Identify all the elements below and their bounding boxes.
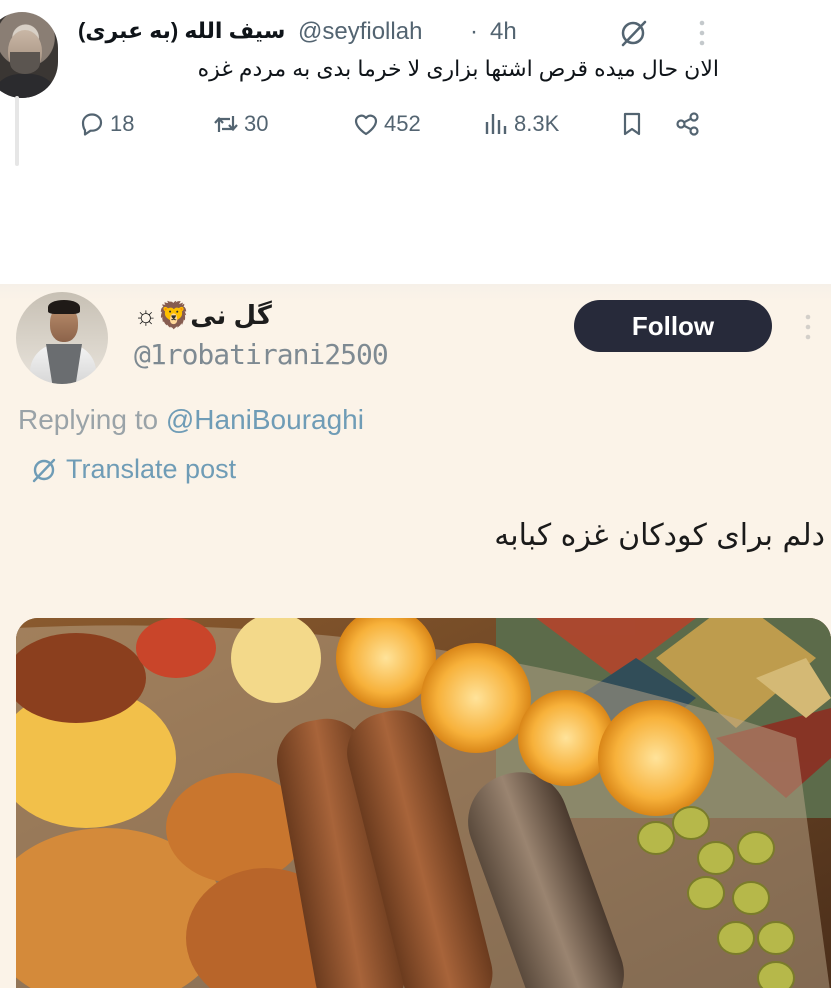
views-count: 8.3K [514, 111, 560, 136]
tweet-action-bar: 18 30 452 8.3K [0, 110, 831, 144]
repost-button[interactable]: 30 [212, 110, 268, 138]
reply-author-avatar[interactable] [16, 292, 108, 384]
replying-to-mention[interactable]: @HaniBouraghi [166, 404, 364, 435]
share-button[interactable] [674, 110, 702, 138]
like-button[interactable]: 452 [352, 110, 421, 138]
reply-count: 18 [110, 111, 135, 136]
share-icon [676, 112, 699, 136]
like-count: 452 [384, 111, 421, 136]
food-platter-illustration [16, 618, 831, 988]
replying-prefix: Replying to [18, 404, 159, 435]
reply-author-handle[interactable]: @1robatirani2500 [134, 338, 389, 371]
tweet-timestamp[interactable]: 4h [490, 18, 517, 46]
panel-top-fade [0, 284, 831, 300]
translate-post-link[interactable]: Translate post [30, 454, 236, 485]
author-handle[interactable]: @seyfiollah [298, 18, 422, 46]
author-display-name[interactable]: سیف الله (به عبری) [78, 18, 285, 44]
more-dots-icon[interactable] [800, 310, 816, 344]
translate-label: Translate post [66, 454, 237, 484]
views-button[interactable]: 8.3K [482, 110, 559, 138]
bookmark-icon [623, 112, 641, 136]
avatar-body-shape [0, 74, 58, 98]
avatar-hair-shape [48, 300, 80, 314]
translate-icon [32, 458, 56, 482]
reply-button[interactable]: 18 [78, 110, 134, 138]
tweet-main: سیف الله (به عبری) @seyfiollah · 4h الان… [0, 0, 831, 262]
views-icon [485, 114, 507, 134]
bookmark-button[interactable] [618, 110, 646, 138]
grok-icon[interactable] [618, 18, 648, 48]
replying-to-line: Replying to @HaniBouraghi [18, 404, 364, 436]
reply-author-display-name[interactable]: گل نی🦁☼ [134, 300, 272, 331]
avatar-beard-shape [10, 52, 40, 74]
follow-button[interactable]: Follow [574, 300, 772, 352]
tweet-header: سیف الله (به عبری) @seyfiollah · 4h [0, 16, 700, 50]
reply-icon [81, 113, 103, 136]
heart-icon [354, 114, 378, 136]
avatar-scarf-shape [46, 344, 82, 384]
more-dots-icon[interactable] [694, 16, 710, 50]
quoted-screenshot: گل نی🦁☼ @1robatirani2500 Follow Replying… [0, 284, 831, 988]
tweet-text: الان حال میده قرص اشتها بزاری لا خرما بد… [197, 56, 719, 81]
food-platter-image[interactable] [16, 618, 831, 988]
reply-tweet-text: دلم برای کودکان غزه کبابه [494, 518, 825, 553]
repost-count: 30 [244, 111, 269, 136]
header-separator: · [470, 18, 478, 45]
repost-icon [214, 116, 238, 132]
